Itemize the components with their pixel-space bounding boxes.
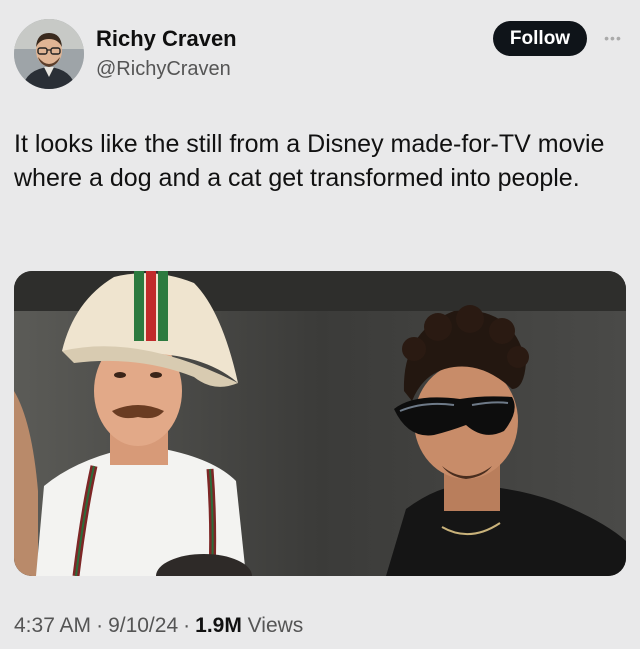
tweet-meta: 4:37 AM · 9/10/24 · 1.9M Views xyxy=(14,614,303,638)
tweet-date[interactable]: 9/10/24 xyxy=(108,614,178,637)
avatar[interactable] xyxy=(14,19,84,89)
tweet-time[interactable]: 4:37 AM xyxy=(14,614,91,637)
author-handle[interactable]: @RichyCraven xyxy=(96,58,231,81)
more-dots-icon[interactable]: ••• xyxy=(600,28,626,48)
views-count: 1.9M xyxy=(195,614,242,637)
meta-separator: · xyxy=(96,614,104,637)
meta-separator: · xyxy=(183,614,191,637)
tweet-header: Richy Craven @RichyCraven Follow ••• xyxy=(0,0,640,100)
follow-button[interactable]: Follow xyxy=(493,21,587,56)
tweet-photo[interactable] xyxy=(14,271,626,576)
photo-illustration xyxy=(14,271,626,576)
tweet-text: It looks like the still from a Disney ma… xyxy=(14,130,605,192)
avatar-photo xyxy=(14,19,84,89)
author-display-name[interactable]: Richy Craven xyxy=(96,26,237,52)
views-label: Views xyxy=(247,614,304,637)
